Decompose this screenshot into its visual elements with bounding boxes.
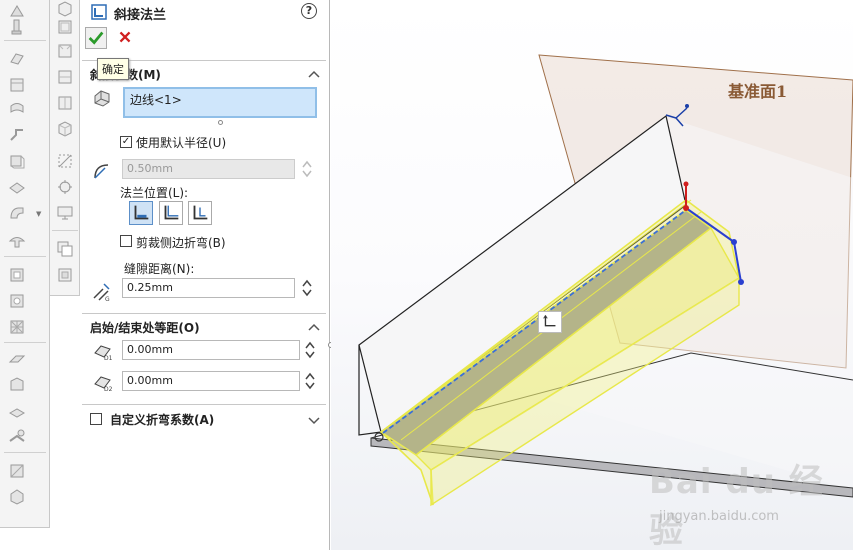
tool-settings-icon[interactable] [56, 178, 74, 196]
welded-corner-icon[interactable] [8, 232, 26, 250]
close-icon [119, 31, 131, 43]
section-view-icon[interactable] [56, 152, 74, 170]
display-icon[interactable] [56, 204, 74, 222]
insert-bends-icon[interactable] [8, 488, 26, 506]
vent-icon[interactable] [8, 318, 26, 336]
svg-text:D2: D2 [104, 386, 113, 392]
copy-icon[interactable] [56, 240, 74, 258]
cancel-button[interactable] [115, 27, 137, 49]
start-offset-icon: D1 [92, 341, 114, 362]
radius-spinner[interactable] [301, 159, 313, 179]
gap-distance-input[interactable]: 0.25mm [122, 278, 295, 298]
use-default-radius-label: 使用默认半径(U) [136, 136, 227, 150]
gap-spinner[interactable] [301, 278, 313, 298]
miter-flange-icon [90, 3, 108, 21]
ok-tooltip: 确定 [97, 58, 129, 80]
chevron-down-icon[interactable] [308, 414, 320, 425]
material-outside-icon [164, 205, 179, 220]
end-offset-spinner[interactable] [304, 371, 316, 391]
property-manager-panel: 斜接法兰 ? 确定 斜接参数(M) 边线<1> ✓ 使用默认半径(U) 0.50… [80, 0, 330, 550]
use-default-radius-checkbox[interactable]: ✓ [120, 136, 132, 148]
sketch-toolbar [50, 0, 80, 296]
svg-text:D1: D1 [104, 355, 113, 361]
svg-text:G: G [105, 296, 110, 302]
fold-icon[interactable] [8, 376, 26, 394]
left-view-icon[interactable] [56, 68, 74, 86]
dropdown-arrow-icon[interactable]: ▼ [36, 210, 41, 218]
chevron-up-icon[interactable] [308, 68, 320, 78]
start-offset-input[interactable]: 0.00mm [122, 340, 300, 360]
section-title-custom-bend[interactable]: 自定义折弯系数(A) [110, 411, 214, 428]
watermark-url: jingyan.baidu.com [659, 509, 779, 524]
material-inside-button[interactable] [129, 201, 153, 225]
flange-position-label: 法兰位置(L): [120, 186, 189, 200]
bend-outside-button[interactable] [188, 201, 212, 225]
section-title-offset[interactable]: 启始/结束处等距(O) [90, 319, 200, 336]
bend-radius-icon [92, 160, 112, 180]
simple-hole-icon[interactable] [8, 292, 26, 310]
end-offset-icon: D2 [92, 372, 114, 393]
sheetmetal-toolbar: ▼ [0, 0, 50, 528]
plane-label: 基准面1 [728, 82, 788, 101]
no-bends-icon[interactable] [8, 428, 26, 446]
paste-icon[interactable] [56, 266, 74, 284]
right-view-icon[interactable] [56, 94, 74, 112]
checkmark-icon [88, 31, 104, 45]
graphics-viewport[interactable]: 基准面1 Bai du 经验 jingyan.baidu.com [331, 0, 853, 550]
cube-view-icon[interactable] [56, 0, 74, 18]
chevron-up-icon[interactable] [308, 321, 320, 331]
trim-side-bends-label: 剪裁侧边折弯(B) [136, 236, 226, 250]
resize-handle[interactable] [218, 120, 223, 125]
cursor-indicator [538, 311, 562, 333]
miter-cursor-icon [543, 314, 556, 327]
flatten-icon[interactable] [8, 402, 26, 420]
isometric-view-icon[interactable] [56, 120, 74, 138]
gap-distance-label: 缝隙距离(N): [124, 262, 195, 276]
sketched-bend-icon[interactable] [8, 152, 26, 170]
bend-radius-input[interactable]: 0.50mm [122, 159, 295, 179]
jog-icon[interactable] [8, 126, 26, 144]
start-offset-spinner[interactable] [304, 340, 316, 360]
miter-flange-icon[interactable] [8, 100, 26, 118]
unfold-icon[interactable] [8, 350, 26, 368]
edge-flange-icon[interactable] [8, 50, 26, 68]
closed-corner-icon[interactable] [8, 204, 26, 222]
cross-break-icon[interactable] [8, 178, 26, 196]
ok-button[interactable] [85, 27, 107, 49]
material-inside-icon [134, 205, 149, 220]
extruded-cut-icon[interactable] [8, 266, 26, 284]
back-view-icon[interactable] [56, 42, 74, 60]
hem-icon[interactable] [8, 76, 26, 94]
front-view-icon[interactable] [56, 18, 74, 36]
custom-bend-checkbox[interactable] [90, 413, 102, 425]
bend-outside-icon [193, 205, 208, 220]
end-offset-input[interactable]: 0.00mm [122, 371, 300, 391]
watermark-brand: Bai du 经验 [649, 462, 824, 550]
rip-icon[interactable] [8, 462, 26, 480]
help-icon[interactable]: ? [301, 3, 317, 19]
base-flange-icon[interactable] [8, 18, 26, 36]
trim-side-bends-checkbox[interactable] [120, 235, 132, 247]
edge-select-icon [92, 88, 112, 108]
edge-selection-list[interactable]: 边线<1> [123, 87, 317, 118]
gap-distance-icon: G [91, 280, 113, 303]
page-title: 斜接法兰 [114, 8, 167, 23]
material-outside-button[interactable] [159, 201, 183, 225]
